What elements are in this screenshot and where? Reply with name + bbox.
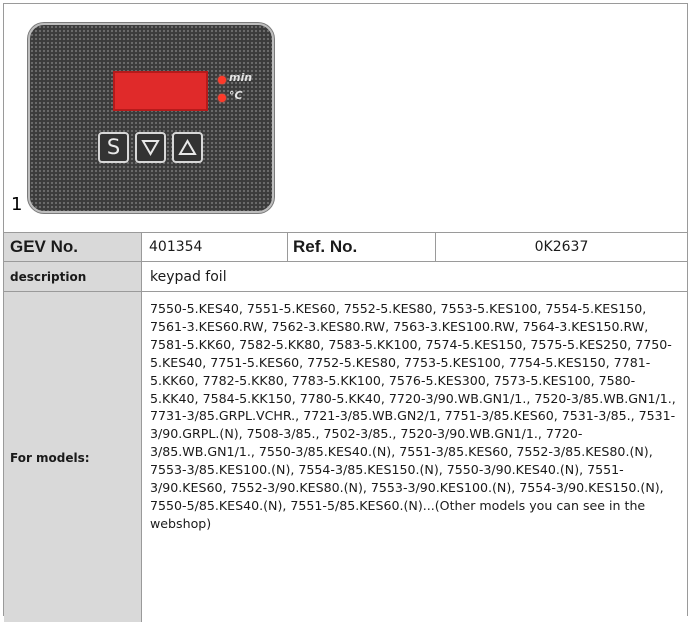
ref-label: Ref. No. <box>293 237 358 256</box>
models-label-cell: For models: <box>4 292 142 622</box>
description-value-cell: keypad foil <box>142 262 687 291</box>
models-list: 7550-5.KES40, 7551-5.KES60, 7552-5.KES80… <box>150 301 676 531</box>
up-key <box>172 132 203 163</box>
min-indicator-label: min <box>229 71 253 84</box>
ref-value-cell: 0K2637 <box>436 233 687 261</box>
set-key: S <box>98 132 129 163</box>
set-key-label: S <box>106 135 121 159</box>
description-label-cell: description <box>4 262 142 291</box>
down-key <box>135 132 166 163</box>
models-value-cell: 7550-5.KES40, 7551-5.KES60, 7552-5.KES80… <box>142 292 687 622</box>
gev-label: GEV No. <box>10 237 79 256</box>
gev-value-cell: 401354 <box>142 233 288 261</box>
keypad-foil-image: min °C S <box>28 23 274 213</box>
description-value: keypad foil <box>150 269 227 285</box>
led-display <box>113 71 208 111</box>
min-indicator-led <box>218 76 226 84</box>
description-row: description keypad foil <box>4 262 687 292</box>
models-label: For models: <box>10 451 90 465</box>
down-arrow-icon <box>141 140 160 156</box>
models-row: For models: 7550-5.KES40, 7551-5.KES60, … <box>4 292 687 622</box>
ref-value: 0K2637 <box>534 239 589 255</box>
temp-indicator-label: °C <box>229 89 243 102</box>
ref-label-cell: Ref. No. <box>288 233 436 261</box>
temp-indicator-led <box>218 94 226 102</box>
gev-ref-row: GEV No. 401354 Ref. No. 0K2637 <box>4 233 687 262</box>
figure-number: 1 <box>11 194 23 215</box>
up-arrow-icon <box>178 139 197 155</box>
description-label: description <box>10 270 87 284</box>
product-sheet: min °C S 1 GEV No. 401354 Ref. No. 0K263… <box>3 3 688 622</box>
gev-label-cell: GEV No. <box>4 233 142 261</box>
gev-value: 401354 <box>149 239 203 255</box>
product-image-cell: min °C S 1 <box>4 4 687 233</box>
